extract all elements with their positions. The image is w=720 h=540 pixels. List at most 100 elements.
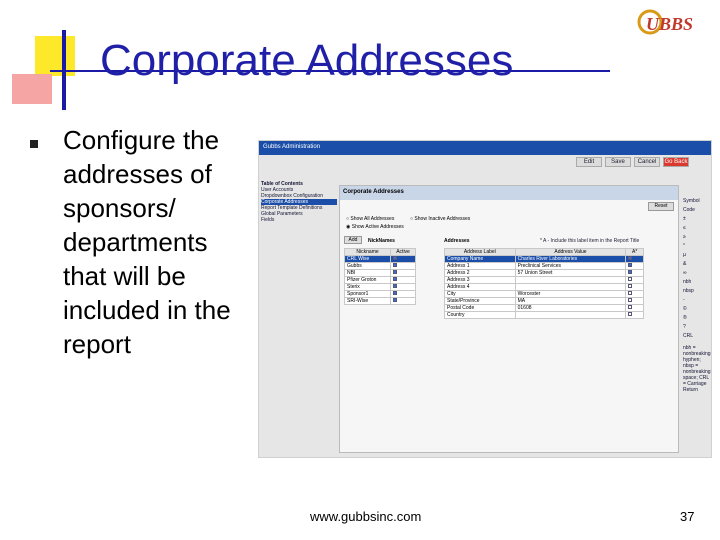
include-checkbox[interactable] (628, 312, 633, 316)
symbol-item[interactable]: ≤ (683, 224, 709, 233)
report-title-note: * A - Include this label item in the Rep… (540, 238, 640, 244)
address-value-cell[interactable]: Charles River Laboratories (514, 255, 627, 263)
address-value-cell[interactable]: 57 Union Street (514, 269, 627, 277)
table-row[interactable]: Postal Code 01608 (444, 304, 644, 312)
active-checkbox[interactable] (393, 291, 398, 295)
table-row[interactable]: State/Province MA (444, 297, 644, 305)
nickname-cell: Sterix (343, 283, 392, 291)
nicknames-label: NickNames (368, 238, 395, 244)
radio-show-all-label: Show All Addresses (350, 216, 395, 222)
symbol-item[interactable]: ≥ (683, 233, 709, 242)
table-row[interactable]: Sponsor1 (343, 290, 416, 298)
radio-show-all[interactable]: ○ Show All Addresses (346, 216, 394, 222)
include-checkbox[interactable] (628, 284, 633, 288)
address-label-cell: State/Province (444, 297, 516, 305)
table-row[interactable]: City Worcester (444, 290, 644, 298)
edit-button[interactable]: Edit (576, 157, 602, 167)
nickname-cell: Pfizer Groton (343, 276, 392, 284)
bullet-text: Configure the addresses of sponsors/ dep… (63, 125, 231, 359)
toolbar: Edit Save Cancel Go Back (576, 157, 689, 167)
cancel-button[interactable]: Cancel (634, 157, 660, 167)
go-back-button[interactable]: Go Back (663, 157, 689, 167)
nickname-cell: SRI-Wise (343, 297, 392, 305)
include-col-header: A* (625, 248, 644, 256)
add-button[interactable]: Add (344, 236, 362, 244)
toc-item-fields[interactable]: Fields (261, 217, 337, 223)
addresses-label: Addresses (444, 238, 470, 244)
radio-show-active-label: Show Active Addresses (351, 224, 404, 230)
address-value-col-header: Address Value (514, 248, 627, 256)
table-row[interactable]: Address 1 Preclinical Services (444, 262, 644, 270)
save-button[interactable]: Save (605, 157, 631, 167)
include-checkbox[interactable] (628, 270, 633, 274)
active-checkbox[interactable] (393, 277, 398, 281)
address-value-cell[interactable]: Preclinical Services (514, 262, 627, 270)
radio-show-inactive[interactable]: ○ Show Inactive Addresses (410, 216, 470, 222)
symbol-item[interactable]: ® (683, 314, 709, 323)
address-value-cell[interactable] (514, 283, 627, 291)
table-row[interactable]: Address 2 57 Union Street (444, 269, 644, 277)
slide-title: Corporate Addresses (100, 36, 514, 85)
active-checkbox[interactable] (393, 284, 398, 288)
include-checkbox[interactable] (628, 298, 633, 302)
include-checkbox[interactable] (628, 263, 633, 267)
table-row[interactable]: NBI (343, 269, 416, 277)
address-value-cell[interactable]: Worcester (514, 290, 627, 298)
symbol-item[interactable]: ± (683, 215, 709, 224)
nick-col-header: Nickname (343, 248, 392, 256)
nickname-cell: Sponsor1 (343, 290, 392, 298)
address-label-cell: Address 2 (444, 269, 516, 277)
symbol-code-header: Symbol Code (683, 198, 700, 213)
page-number: 37 (680, 509, 695, 524)
reset-button[interactable]: Reset (648, 202, 674, 211)
active-checkbox[interactable] (393, 298, 398, 302)
symbol-item[interactable]: ∞ (683, 269, 709, 278)
addresses-table: Address Label Address Value A* Company N… (444, 248, 644, 319)
address-label-cell: Postal Code (444, 304, 516, 312)
table-row[interactable]: CRL Wise (343, 255, 416, 263)
table-row[interactable]: Country (444, 311, 644, 319)
active-checkbox[interactable] (393, 270, 398, 274)
address-value-cell[interactable]: MA (514, 297, 627, 305)
symbol-notes: nbh = nonbreaking hyphen; nbsp = nonbrea… (683, 345, 711, 393)
table-row[interactable]: SRI-Wise (343, 297, 416, 305)
table-row[interactable]: Gubbs (343, 262, 416, 270)
svg-text:UBBS: UBBS (646, 14, 693, 34)
symbol-item[interactable]: nbh (683, 278, 709, 287)
symbol-item[interactable]: © (683, 305, 709, 314)
address-value-cell[interactable] (514, 276, 627, 284)
address-value-cell[interactable]: 01608 (514, 304, 627, 312)
symbol-item[interactable]: & (683, 260, 709, 269)
footer-url: www.gubbsinc.com (310, 509, 422, 524)
address-value-cell[interactable] (514, 311, 627, 319)
active-checkbox[interactable] (393, 263, 398, 267)
active-checkbox[interactable] (393, 256, 398, 260)
address-label-cell: City (444, 290, 516, 298)
symbol-item[interactable]: nbsp (683, 287, 709, 296)
table-row[interactable]: Sterix (343, 283, 416, 291)
decor-pink-square (12, 74, 52, 104)
symbol-item[interactable]: - (683, 296, 709, 305)
symbol-item[interactable]: µ (683, 251, 709, 260)
nickname-cell: Gubbs (343, 262, 392, 270)
symbol-item[interactable]: CRL (683, 332, 709, 341)
include-checkbox[interactable] (628, 256, 633, 260)
table-row[interactable]: Address 4 (444, 283, 644, 291)
radio-show-active[interactable]: ◉ Show Active Addresses (346, 224, 404, 230)
address-label-cell: Address 1 (444, 262, 516, 270)
table-row[interactable]: Company Name Charles River Laboratories (444, 255, 644, 263)
include-checkbox[interactable] (628, 291, 633, 295)
addresses-panel: Corporate Addresses Reset ○ Show All Add… (339, 185, 679, 453)
symbol-item[interactable]: ° (683, 242, 709, 251)
symbol-item[interactable]: ? (683, 323, 709, 332)
include-checkbox[interactable] (628, 305, 633, 309)
address-label-cell: Address 3 (444, 276, 516, 284)
table-row[interactable]: Pfizer Groton (343, 276, 416, 284)
window-title: Gubbs Administration (259, 141, 711, 155)
radio-show-inactive-label: Show Inactive Addresses (414, 216, 471, 222)
address-label-col-header: Address Label (444, 248, 516, 256)
table-of-contents: Table of Contents User Accounts Dropdown… (261, 181, 337, 223)
include-checkbox[interactable] (628, 277, 633, 281)
address-label-cell: Company Name (444, 255, 516, 263)
table-row[interactable]: Address 3 (444, 276, 644, 284)
